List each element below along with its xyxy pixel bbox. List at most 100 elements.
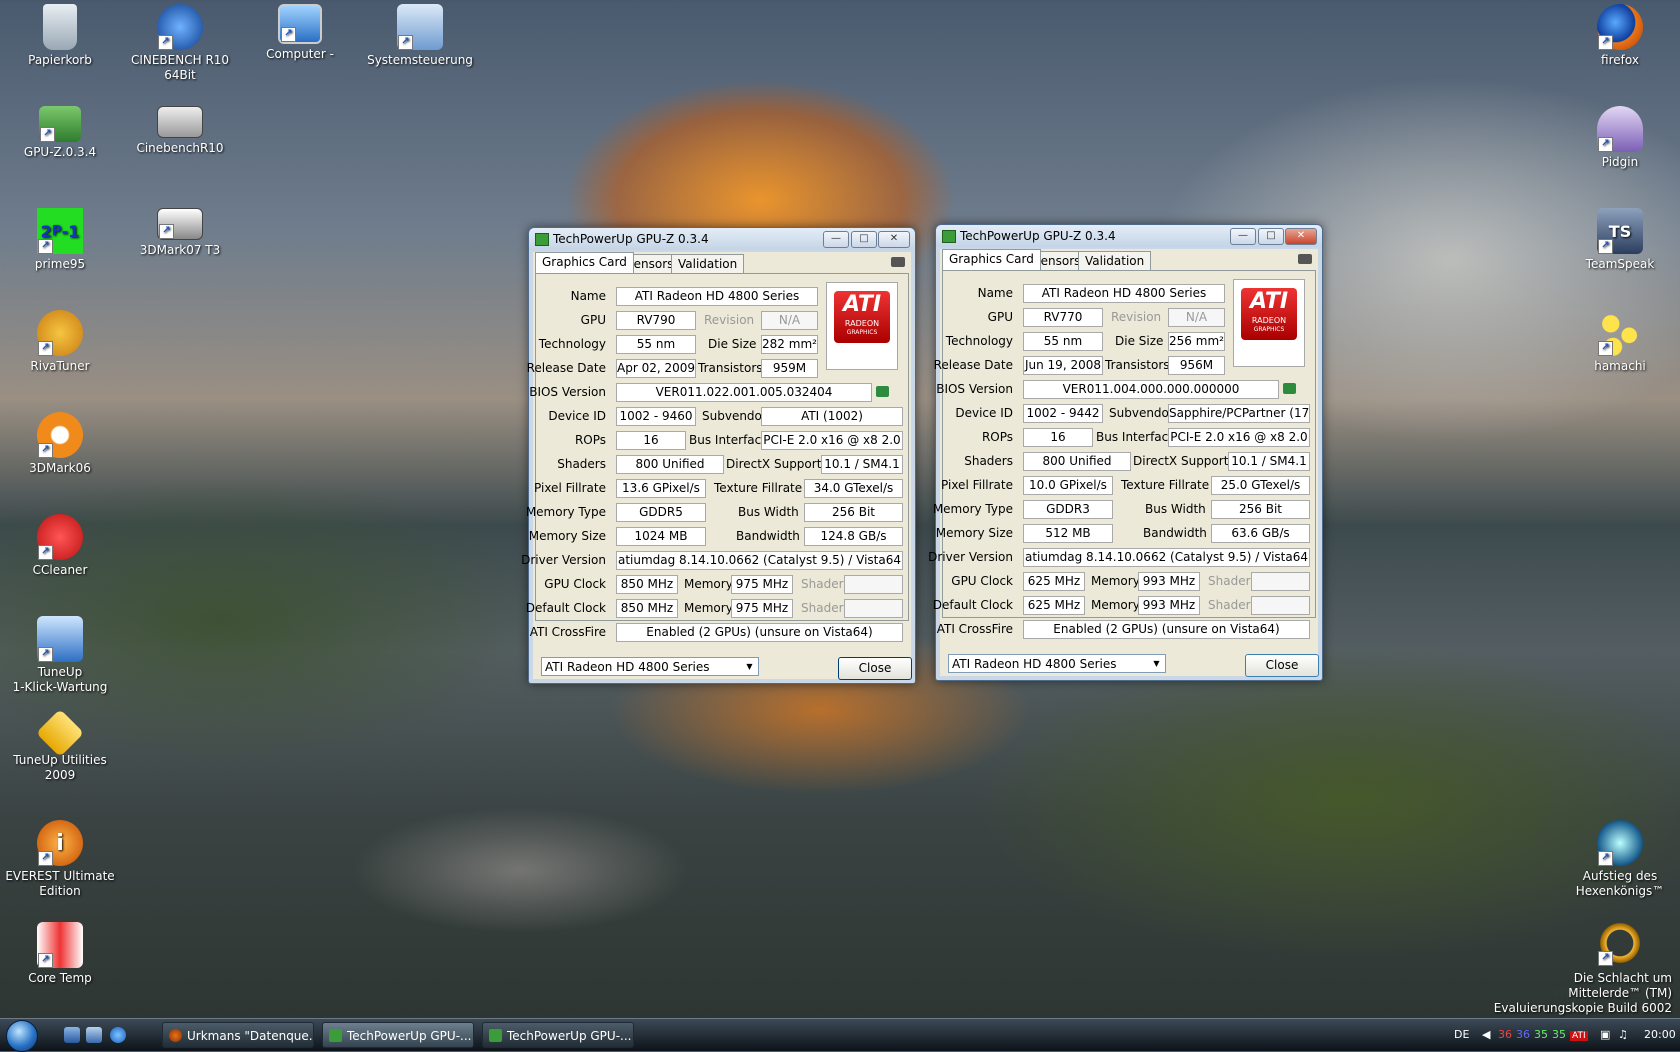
field-die-size: 256 mm²: [1168, 332, 1225, 351]
field-bandwidth: 124.8 GB/s: [804, 527, 903, 546]
desktop-icon-aufstieg[interactable]: ↗ Aufstieg des Hexenkönigs™: [1560, 820, 1680, 899]
field-shaders: 800 Unified: [1023, 452, 1131, 471]
field-rops: 16: [1023, 428, 1093, 447]
field-default-shader: [1251, 596, 1310, 615]
camera-icon[interactable]: [1298, 254, 1312, 264]
field-memory-clock: 993 MHz: [1138, 572, 1200, 591]
tab-graphics-card[interactable]: Graphics Card: [942, 249, 1041, 270]
desktop-icon-coretemp[interactable]: ↗ Core Temp: [0, 922, 120, 986]
desktop-icon-recycle-bin[interactable]: Papierkorb: [0, 4, 120, 68]
desktop-icon-everest[interactable]: i ↗ EVEREST Ultimate Edition: [0, 820, 120, 899]
label-default-shader: Shader: [801, 601, 844, 615]
language-indicator[interactable]: DE: [1454, 1019, 1469, 1051]
label-bus-interface: Bus Interface: [689, 433, 769, 447]
desktop-icon-cinebench[interactable]: CinebenchR10: [120, 106, 240, 156]
desktop-icon-rivatuner[interactable]: ↗ RivaTuner: [0, 310, 120, 374]
label-crossfire: ATI CrossFire: [936, 622, 1013, 636]
tray-expand-chevron-icon[interactable]: ◀: [1482, 1019, 1490, 1051]
chevron-down-icon[interactable]: ▼: [1150, 657, 1163, 670]
taskbar-button-firefox[interactable]: Urkmans "Datenque...: [162, 1022, 314, 1048]
desktop-icon-gpuz[interactable]: ↗ GPU-Z.0.3.4: [0, 106, 120, 160]
tab-validation[interactable]: Validation: [1078, 251, 1152, 270]
recycle-bin-icon: [43, 4, 77, 50]
internet-explorer-icon[interactable]: [110, 1027, 126, 1043]
field-revision: N/A: [1168, 308, 1225, 327]
pidgin-icon: ↗: [1597, 106, 1643, 152]
label-default-clock: Default Clock: [525, 601, 606, 615]
label-rops: ROPs: [574, 433, 606, 447]
dropdown-value: ATI Radeon HD 4800 Series: [952, 657, 1117, 671]
field-memory-type: GDDR3: [1023, 500, 1113, 519]
gpu-select-dropdown[interactable]: ATI Radeon HD 4800 Series ▼: [541, 657, 759, 676]
window-body: Graphics Card Sensors Validation Name AT…: [928, 249, 1319, 677]
field-crossfire: Enabled (2 GPUs) (unsure on Vista64): [1023, 620, 1310, 639]
gpuz-window-left[interactable]: TechPowerUp GPU-Z 0.3.4 — □ ✕ Graphics C…: [521, 227, 916, 684]
label-gpu-clock: GPU Clock: [951, 574, 1013, 588]
start-button[interactable]: [6, 1020, 38, 1052]
show-desktop-icon[interactable]: [64, 1027, 80, 1043]
desktop-icon-tuneup-utilities[interactable]: TuneUp Utilities 2009: [0, 708, 120, 783]
clock[interactable]: 20:00: [1644, 1019, 1676, 1051]
bios-save-icon[interactable]: [876, 386, 889, 397]
label-subvendor: Subvendor: [1109, 406, 1174, 420]
field-bus-interface: PCI-E 2.0 x16 @ x8 2.0: [761, 431, 903, 450]
desktop-icon-prime95[interactable]: 2 P -1 ↗ prime95: [0, 208, 120, 272]
desktop-icon-computer[interactable]: ↗ Computer -: [240, 4, 360, 62]
window-close-button[interactable]: ✕: [1285, 228, 1317, 245]
maximize-button[interactable]: □: [851, 231, 877, 248]
label-texture-fillrate: Texture Fillrate: [1121, 478, 1210, 492]
maximize-button[interactable]: □: [1258, 228, 1284, 245]
title-bar[interactable]: TechPowerUp GPU-Z 0.3.4 — □ ✕: [529, 228, 915, 250]
label-bandwidth: Bandwidth: [1143, 526, 1207, 540]
switch-windows-icon[interactable]: [86, 1027, 102, 1043]
label-bios-version: BIOS Version: [936, 382, 1013, 396]
close-button[interactable]: Close: [1245, 654, 1319, 677]
desktop-icon-schlacht[interactable]: ↗: [1560, 920, 1680, 969]
field-release-date: Apr 02, 2009: [616, 359, 696, 378]
taskbar-button-gpuz-2[interactable]: TechPowerUp GPU-...: [482, 1022, 634, 1048]
label-memory-type: Memory Type: [525, 505, 606, 519]
camera-icon[interactable]: [891, 257, 905, 267]
label-release-date: Release Date: [933, 358, 1013, 372]
minimize-button[interactable]: —: [1230, 228, 1256, 245]
desktop-icon-firefox[interactable]: ↗ firefox: [1560, 4, 1680, 68]
ccleaner-icon: ↗: [37, 514, 83, 560]
graphics-card-panel: Name ATI Radeon HD 4800 Series ATI RADEO…: [521, 273, 909, 642]
ati-radeon-logo: ATI RADEON GRAPHICS: [1233, 279, 1305, 367]
network-icon[interactable]: ▣: [1600, 1019, 1610, 1051]
field-subvendor: ATI (1002): [761, 407, 903, 426]
volume-icon[interactable]: ♫: [1618, 1019, 1628, 1051]
ati-tray-icon[interactable]: ATI: [1570, 1019, 1588, 1051]
desktop-icon-hamachi[interactable]: ↗ hamachi: [1560, 310, 1680, 374]
bios-save-icon[interactable]: [1283, 383, 1296, 394]
gpuz-window-right[interactable]: TechPowerUp GPU-Z 0.3.4 — □ ✕ Graphics C…: [928, 224, 1323, 681]
desktop-icon-ccleaner[interactable]: ↗ CCleaner: [0, 514, 120, 578]
taskbar-button-gpuz-1[interactable]: TechPowerUp GPU-...: [322, 1022, 474, 1048]
desktop-icon-tuneup-1klick[interactable]: ↗ TuneUp 1-Klick-Wartung: [0, 616, 120, 695]
field-memory-size: 1024 MB: [616, 527, 706, 546]
desktop-icon-cinebench64[interactable]: ↗ CINEBENCH R10 64Bit: [120, 4, 240, 83]
field-shader-clock: [844, 575, 903, 594]
desktop-icon-3dmark07[interactable]: ↗ 3DMark07 T3: [120, 208, 240, 258]
evaluation-watermark: Windows Vista (TM) Evaluierungskopie Bui…: [1493, 1001, 1672, 1015]
label-memory-size: Memory Size: [935, 526, 1013, 540]
label-revision: Revision: [1111, 310, 1162, 324]
field-texture-fillrate: 25.0 GTexel/s: [1211, 476, 1310, 495]
minimize-button[interactable]: —: [823, 231, 849, 248]
desktop-icon-teamspeak[interactable]: TS ↗ TeamSpeak: [1560, 208, 1680, 272]
desktop-icon-control-panel[interactable]: ↗ Systemsteuerung: [360, 4, 480, 68]
close-button[interactable]: Close: [838, 657, 912, 680]
label-shader-clock: Shader: [1208, 574, 1251, 588]
label-default-clock: Default Clock: [932, 598, 1013, 612]
window-close-button[interactable]: ✕: [878, 231, 910, 248]
tab-validation[interactable]: Validation: [671, 254, 745, 273]
gpu-select-dropdown[interactable]: ATI Radeon HD 4800 Series ▼: [948, 654, 1166, 673]
core-temp-2: 36: [1516, 1028, 1530, 1041]
gpuz-app-icon: [489, 1029, 502, 1042]
chevron-down-icon[interactable]: ▼: [743, 660, 756, 673]
field-subvendor: Sapphire/PCPartner (174B): [1168, 404, 1310, 423]
desktop-icon-pidgin[interactable]: ↗ Pidgin: [1560, 106, 1680, 170]
tab-graphics-card[interactable]: Graphics Card: [535, 252, 634, 273]
desktop-icon-3dmark06[interactable]: ↗ 3DMark06: [0, 412, 120, 476]
title-bar[interactable]: TechPowerUp GPU-Z 0.3.4 — □ ✕: [936, 225, 1322, 247]
